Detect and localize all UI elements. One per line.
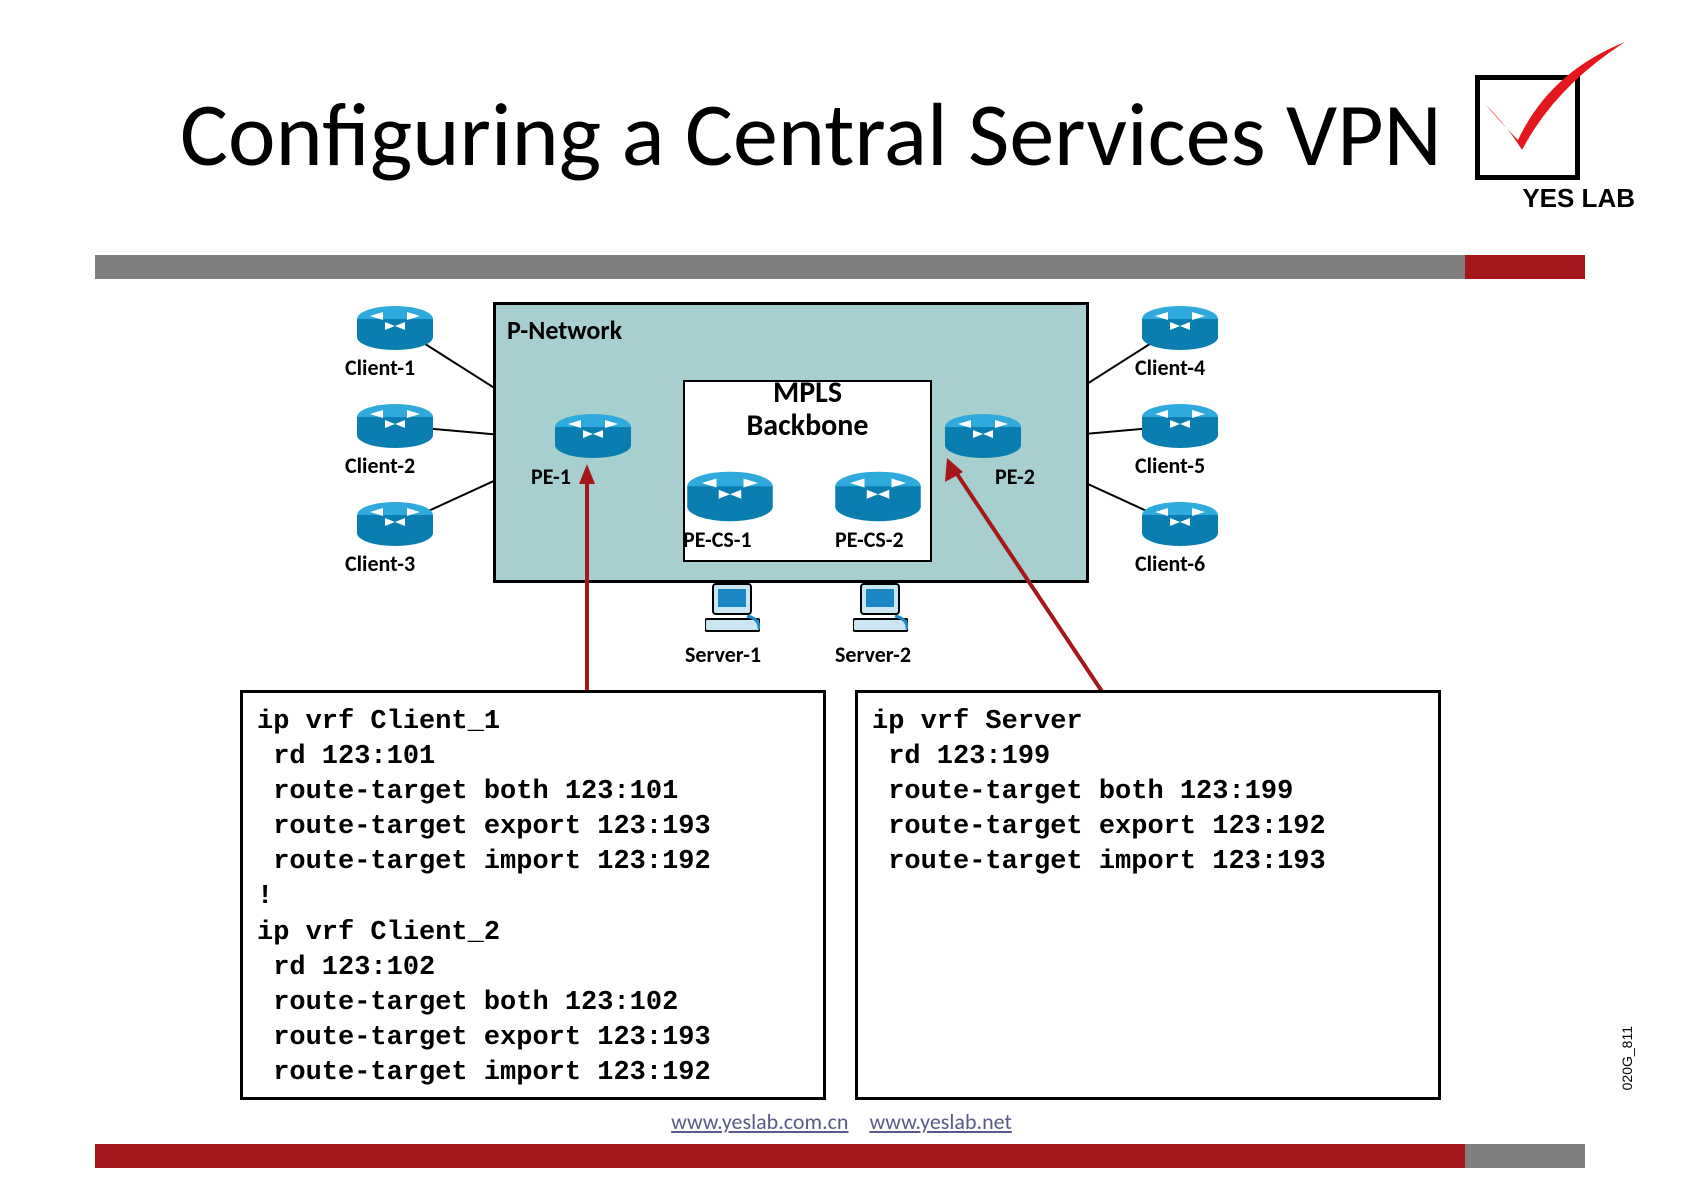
config-left-box: ip vrf Client_1 rd 123:101 route-target … (240, 690, 826, 1100)
slide-code: 020G_811 (1619, 1026, 1635, 1090)
footer-link-1[interactable]: www.yeslab.com.cn (671, 1108, 848, 1135)
config-right-box: ip vrf Server rd 123:199 route-target bo… (855, 690, 1441, 1100)
footer-links: www.yeslab.com.cn www.yeslab.net (0, 1108, 1683, 1135)
logo-box (1475, 75, 1580, 180)
page-title: Configuring a Central Services VPN (180, 80, 1442, 190)
network-diagram: P-Network MPLS Backbone Client-1 Client-… (335, 296, 1235, 681)
footer-link-2[interactable]: www.yeslab.net (869, 1108, 1011, 1135)
divider-red (1465, 255, 1585, 279)
slide: Configuring a Central Services VPN YES L… (0, 0, 1683, 1190)
divider-grey (95, 255, 1465, 279)
logo-text: YES LAB (1450, 183, 1635, 214)
callout-arrows (335, 296, 1235, 716)
checkmark-icon (1470, 32, 1630, 152)
footer-grey-bar (1465, 1144, 1585, 1168)
footer-red-bar (95, 1144, 1465, 1168)
yeslab-logo: YES LAB (1450, 75, 1635, 214)
